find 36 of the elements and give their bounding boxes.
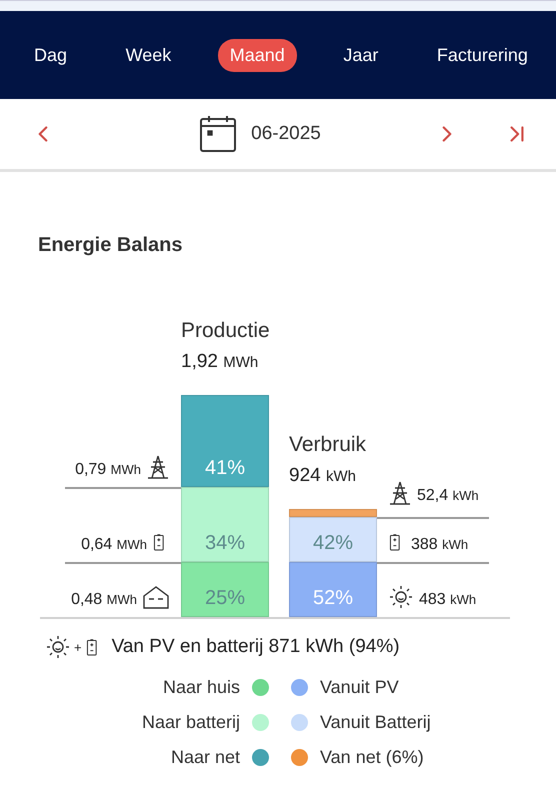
pylon-icon [147,455,169,479]
legend-label: Naar net [170,747,240,768]
sun-icon [389,585,413,609]
period-label: 06-2025 [251,123,321,145]
bar-segment: 52% [289,562,377,617]
energy-value: 0,64 MWh [81,536,147,554]
legend-label: Vanuit PV [320,677,399,698]
legend-label: Vanuit Batterij [320,712,431,733]
bar-segment: 41% [181,395,269,487]
period-tab[interactable]: Dag [22,38,80,72]
section-title: Energie Balans [38,234,184,257]
bar-segment: 25% [181,562,269,617]
legend-label: Van net (6%) [320,747,424,768]
house-icon [143,585,169,609]
bar-title: Verbruik [289,433,368,457]
energy-value: 52,4 kWh [417,487,479,505]
period-tab[interactable]: Jaar [331,38,390,72]
bar-segment: 42% [289,517,377,562]
energy-value: 0,48 MWh [71,591,137,609]
bar-segment: 34% [181,487,269,562]
pylon-icon [389,481,411,505]
legend-label: Naar batterij [142,712,240,733]
bar-total: 924 kWh [289,465,357,487]
legend-label: Naar huis [162,677,240,698]
energy-value: 0,79 MWh [75,461,141,479]
energy-value: 388 kWh [411,536,468,554]
calendar-icon [199,115,238,153]
period-tab[interactable]: Facturering [424,38,540,72]
bar-title: Productie [181,319,269,343]
period-tab[interactable]: Week [114,38,184,72]
energy-value: 483 kWh [419,591,476,609]
summary-text: Van PV en batterij 871 kWh (94%) [112,636,400,658]
plus-sign: + [74,640,82,654]
sun-icon [46,635,70,659]
bar-total: 1,92 MWh [181,351,260,373]
period-tab[interactable]: Maand [218,38,297,72]
